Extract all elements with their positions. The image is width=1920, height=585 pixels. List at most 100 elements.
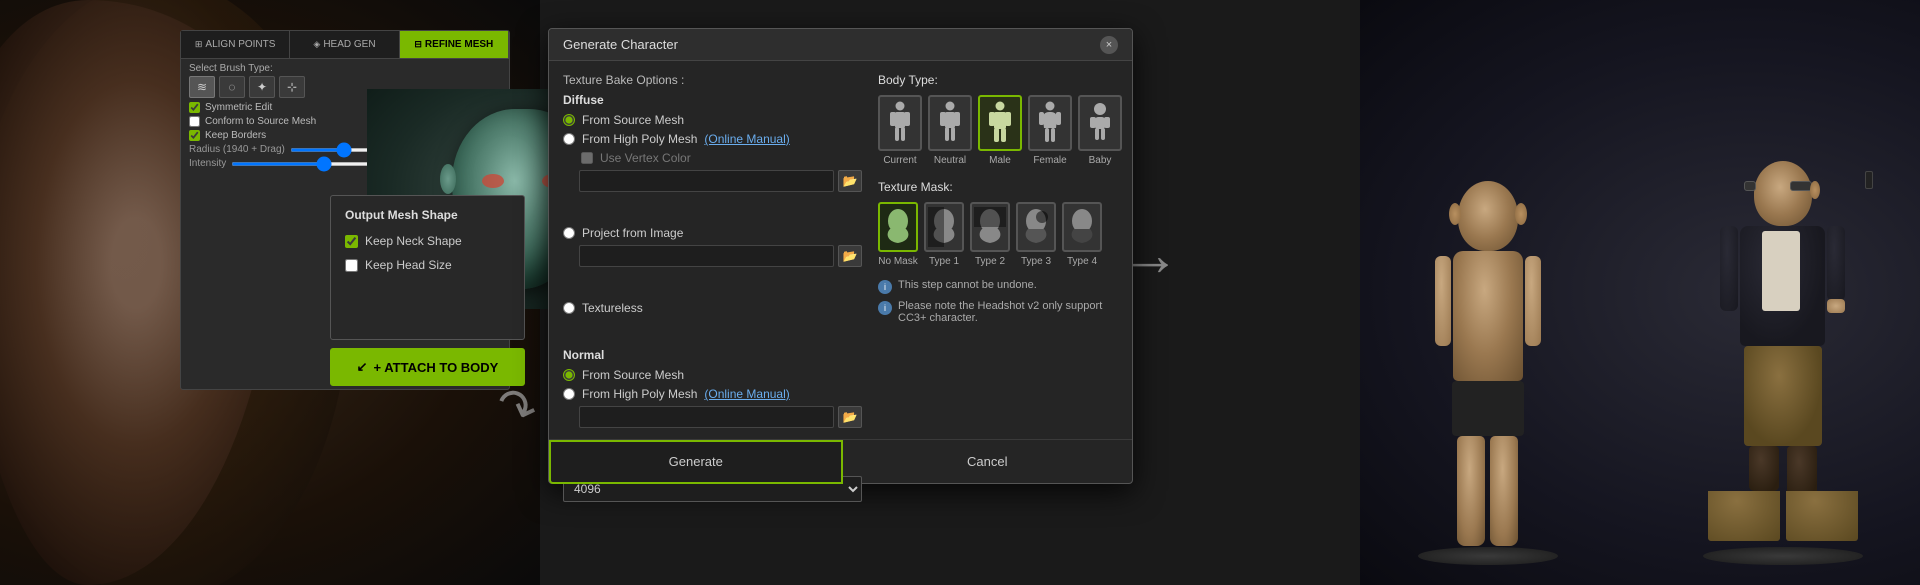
naked-ear-right: [1515, 203, 1527, 225]
dialog-close-button[interactable]: ×: [1100, 36, 1118, 54]
naked-head: [1458, 181, 1518, 251]
body-type-neutral[interactable]: Neutral: [928, 95, 972, 166]
clothed-ear: [1810, 181, 1820, 199]
diffuse-browse-btn[interactable]: 📂: [838, 170, 862, 192]
body-type-current[interactable]: Current: [878, 95, 922, 166]
body-icon-baby: [1078, 95, 1122, 151]
body-type-baby[interactable]: Baby: [1078, 95, 1122, 166]
symmetric-edit-label: Symmetric Edit: [205, 102, 272, 113]
conform-source-checkbox[interactable]: [189, 116, 200, 127]
brush-wave-btn[interactable]: ≋: [189, 76, 215, 98]
body-type-current-label: Current: [883, 155, 916, 166]
diffuse-file-row: 📂: [579, 170, 862, 192]
mask-type-2[interactable]: Type 2: [970, 202, 1010, 267]
mask-type-1[interactable]: Type 1: [924, 202, 964, 267]
brush-project-btn[interactable]: ⊹: [279, 76, 305, 98]
mask-type-4[interactable]: Type 4: [1062, 202, 1102, 267]
normal-source-mesh-row[interactable]: From Source Mesh: [563, 368, 862, 382]
refine-icon: ⊟: [414, 39, 422, 50]
mask-no-mask[interactable]: No Mask: [878, 202, 918, 267]
project-image-row[interactable]: Project from Image: [563, 226, 862, 240]
textureless-row[interactable]: Textureless: [563, 301, 862, 315]
mask-icon-no-mask: [878, 202, 918, 252]
normal-high-poly-row[interactable]: From High Poly Mesh (Online Manual): [563, 387, 862, 401]
naked-torso: [1453, 251, 1523, 381]
tab-refine-mesh[interactable]: ⊟ REFINE MESH: [400, 31, 509, 58]
normal-high-poly-radio[interactable]: [563, 388, 575, 400]
generate-button[interactable]: Generate: [549, 440, 843, 484]
cancel-button[interactable]: Cancel: [843, 440, 1133, 484]
symmetric-edit-checkbox[interactable]: [189, 102, 200, 113]
keep-head-size-checkbox[interactable]: [345, 259, 358, 272]
project-image-section: Project from Image 📂: [563, 226, 862, 273]
brush-smooth-btn[interactable]: ◌: [219, 76, 245, 98]
project-image-radio[interactable]: [563, 227, 575, 239]
character-platform-1: [1418, 547, 1558, 565]
diffuse-high-poly-radio[interactable]: [563, 133, 575, 145]
mask-type-3[interactable]: Type 3: [1016, 202, 1056, 267]
diffuse-high-poly-link[interactable]: (Online Manual): [704, 132, 789, 146]
body-type-male[interactable]: Male: [978, 95, 1022, 166]
normal-browse-btn[interactable]: 📂: [838, 406, 862, 428]
keep-neck-shape-checkbox[interactable]: [345, 235, 358, 248]
generate-character-dialog: Generate Character × Texture Bake Option…: [548, 28, 1133, 484]
keep-borders-checkbox[interactable]: [189, 130, 200, 141]
keep-neck-shape-label: Keep Neck Shape: [365, 234, 462, 248]
normal-high-poly-label: From High Poly Mesh: [582, 387, 697, 401]
mask-icon-type-2: [970, 202, 1010, 252]
textureless-radio[interactable]: [563, 302, 575, 314]
tab-align-points[interactable]: ⊞ ALIGN POINTS: [181, 31, 290, 58]
dialog-footer: Generate Cancel: [549, 439, 1132, 483]
keep-neck-shape-row[interactable]: Keep Neck Shape: [345, 234, 510, 248]
clothed-character-figure: [1703, 161, 1863, 565]
diffuse-source-mesh-row[interactable]: From Source Mesh: [563, 113, 862, 127]
diffuse-title: Diffuse: [563, 93, 862, 107]
normal-file-input[interactable]: [579, 406, 834, 428]
naked-leg-left: [1457, 436, 1485, 546]
body-type-neutral-label: Neutral: [934, 155, 966, 166]
mask-icon-type-3: [1016, 202, 1056, 252]
head-gen-icon: ◈: [313, 39, 320, 50]
diffuse-high-poly-label: From High Poly Mesh: [582, 132, 697, 146]
mask-no-mask-label: No Mask: [878, 256, 917, 267]
phone: [1865, 171, 1873, 189]
mask-type-3-label: Type 3: [1021, 256, 1051, 267]
normal-high-poly-link[interactable]: (Online Manual): [704, 387, 789, 401]
mask-type-4-label: Type 4: [1067, 256, 1097, 267]
project-file-input[interactable]: [579, 245, 834, 267]
dialog-left-panel: Texture Bake Options : Diffuse From Sour…: [563, 73, 862, 427]
keep-head-size-row[interactable]: Keep Head Size: [345, 258, 510, 272]
naked-legs: [1428, 436, 1548, 546]
diffuse-file-input[interactable]: [579, 170, 834, 192]
clothed-jacket: [1740, 226, 1825, 346]
dialog-body: Texture Bake Options : Diffuse From Sour…: [549, 61, 1132, 439]
textureless-label: Textureless: [582, 301, 643, 315]
body-type-female[interactable]: Female: [1028, 95, 1072, 166]
tab-align-label: ALIGN POINTS: [205, 39, 275, 50]
mask-type-1-label: Type 1: [929, 256, 959, 267]
naked-ear-left: [1449, 203, 1461, 225]
info-text-1: This step cannot be undone.: [898, 279, 1037, 291]
project-browse-btn[interactable]: 📂: [838, 245, 862, 267]
generate-label: Generate: [669, 454, 723, 469]
body-icon-neutral: [928, 95, 972, 151]
diffuse-high-poly-row[interactable]: From High Poly Mesh (Online Manual): [563, 132, 862, 146]
intensity-label: Intensity: [189, 158, 226, 169]
brush-clone-btn[interactable]: ✦: [249, 76, 275, 98]
naked-leg-right: [1490, 436, 1518, 546]
tab-head-gen[interactable]: ◈ HEAD GEN: [290, 31, 399, 58]
diffuse-source-mesh-radio[interactable]: [563, 114, 575, 126]
shirt: [1762, 231, 1800, 311]
body-type-grid: Current Neutral: [878, 95, 1118, 166]
dialog-header: Generate Character ×: [549, 29, 1132, 61]
output-mesh-box: Output Mesh Shape Keep Neck Shape Keep H…: [330, 195, 525, 340]
normal-file-row: 📂: [579, 406, 862, 428]
mask-icon-type-4: [1062, 202, 1102, 252]
align-icon: ⊞: [195, 39, 203, 50]
normal-source-mesh-radio[interactable]: [563, 369, 575, 381]
attach-to-body-button[interactable]: ↙ + ATTACH TO BODY: [330, 348, 525, 386]
body-type-male-label: Male: [989, 155, 1011, 166]
info-text-2: Please note the Headshot v2 only support…: [898, 300, 1118, 324]
mask-icon-type-1: [924, 202, 964, 252]
info-msg-1: i This step cannot be undone.: [878, 279, 1118, 294]
